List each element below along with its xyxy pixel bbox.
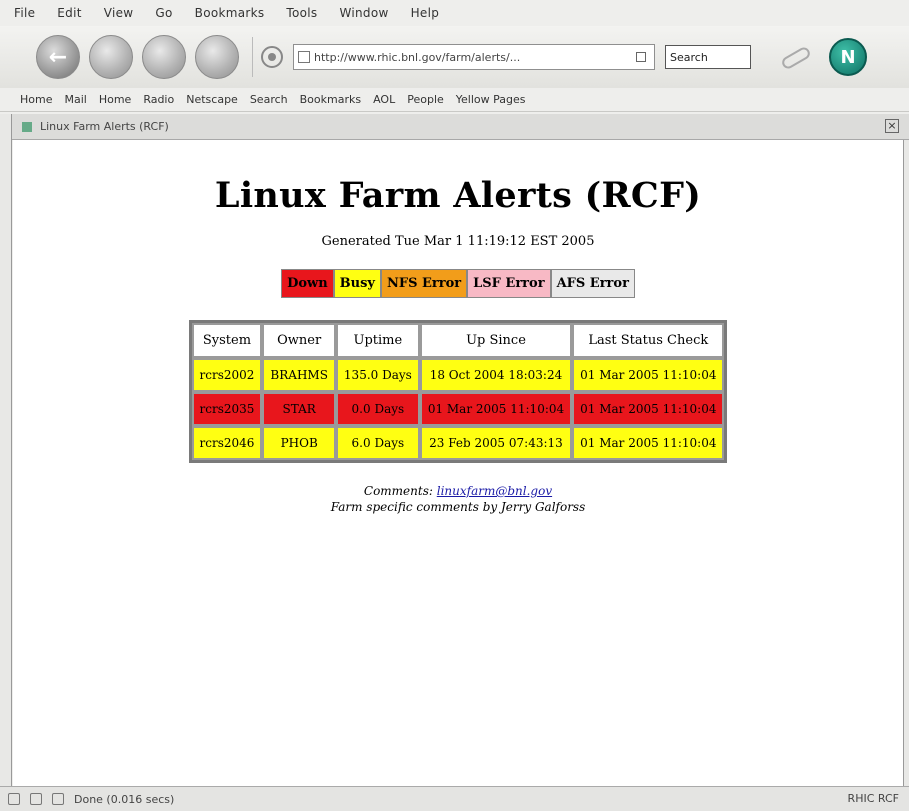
back-arrow-icon: ← (48, 44, 68, 70)
menu-window[interactable]: Window (339, 6, 388, 20)
alerts-table: System Owner Uptime Up Since Last Status… (188, 320, 728, 463)
menu-bar: File Edit View Go Bookmarks Tools Window… (0, 0, 909, 26)
page-title: Linux Farm Alerts (RCF) (214, 175, 702, 216)
bookmark-yellow-pages[interactable]: Yellow Pages (456, 93, 526, 106)
bookmarks-toolbar: Home Mail Home Radio Netscape Search Boo… (0, 88, 909, 112)
composer-icon[interactable] (52, 793, 64, 805)
column-header-up-since: Up Since (419, 323, 573, 358)
table-row: rcrs2046 PHOB 6.0 Days 23 Feb 2005 07:43… (191, 426, 725, 460)
toolbar-divider (252, 37, 253, 77)
netscape-logo-icon[interactable]: N (829, 38, 867, 76)
close-tab-icon[interactable]: × (885, 119, 899, 133)
bookmark-netscape[interactable]: Netscape (186, 93, 238, 106)
back-button[interactable]: ← (36, 35, 80, 79)
comments-email-link[interactable]: linuxfarm@bnl.gov (437, 484, 552, 498)
cell-system: rcrs2046 (191, 426, 263, 460)
cell-last-status-check: 01 Mar 2005 11:10:04 (572, 426, 725, 460)
window-left-edge (0, 114, 12, 786)
legend-lsf-error: LSF Error (468, 270, 552, 297)
cell-up-since: 01 Mar 2005 11:10:04 (419, 392, 573, 426)
comments-label: Comments: (363, 484, 433, 498)
cell-uptime: 135.0 Days (335, 358, 420, 392)
legend-down: Down (282, 270, 335, 297)
column-header-last-status-check: Last Status Check (572, 323, 725, 358)
cell-system: rcrs2035 (191, 392, 263, 426)
table-row: rcrs2035 STAR 0.0 Days 01 Mar 2005 11:10… (191, 392, 725, 426)
cell-last-status-check: 01 Mar 2005 11:10:04 (572, 392, 725, 426)
menu-file[interactable]: File (14, 6, 35, 20)
security-icon[interactable] (8, 793, 20, 805)
status-bar: Done (0.016 secs) RHIC RCF (0, 786, 909, 811)
status-text: Done (0.016 secs) (74, 792, 175, 806)
menu-help[interactable]: Help (411, 6, 440, 20)
legend-nfs-error: NFS Error (381, 270, 469, 297)
menu-go[interactable]: Go (155, 6, 172, 20)
tab-title[interactable]: Linux Farm Alerts (RCF) (40, 120, 169, 133)
legend-afs-error: AFS Error (551, 270, 634, 297)
page-content: Linux Farm Alerts (RCF) Generated Tue Ma… (13, 140, 903, 786)
menu-tools[interactable]: Tools (286, 6, 317, 20)
bookmark-mail[interactable]: Mail (64, 93, 86, 106)
bookmark-home-2[interactable]: Home (99, 93, 131, 106)
cell-owner: BRAHMS (262, 358, 336, 392)
search-button[interactable]: Search (665, 45, 751, 69)
navigation-toolbar: ← Search N (0, 26, 909, 88)
bookmark-people[interactable]: People (407, 93, 444, 106)
cell-up-since: 18 Oct 2004 18:03:24 (419, 358, 573, 392)
cell-last-status-check: 01 Mar 2005 11:10:04 (572, 358, 725, 392)
cell-owner: STAR (262, 392, 336, 426)
menu-edit[interactable]: Edit (57, 6, 81, 20)
bookmark-aol[interactable]: AOL (373, 93, 395, 106)
column-header-system: System (191, 323, 263, 358)
generated-timestamp: Generated Tue Mar 1 11:19:12 EST 2005 (321, 234, 595, 249)
bookmark-search[interactable]: Search (250, 93, 288, 106)
table-row: rcrs2002 BRAHMS 135.0 Days 18 Oct 2004 1… (191, 358, 725, 392)
status-right-text: RHIC RCF (847, 792, 899, 805)
bookmark-bookmarks[interactable]: Bookmarks (300, 93, 361, 106)
reload-button[interactable] (142, 35, 186, 79)
menu-view[interactable]: View (104, 6, 134, 20)
cell-system: rcrs2002 (191, 358, 263, 392)
page-favicon-icon (22, 121, 32, 132)
cell-uptime: 0.0 Days (335, 392, 420, 426)
page-icon (298, 51, 310, 63)
cell-uptime: 6.0 Days (335, 426, 420, 460)
url-dropdown-icon[interactable] (636, 52, 646, 62)
mail-icon[interactable] (30, 793, 42, 805)
tab-strip: Linux Farm Alerts (RCF) × (12, 114, 909, 140)
stop-button[interactable] (195, 35, 239, 79)
bookmark-home[interactable]: Home (20, 93, 52, 106)
search-label: Search (670, 50, 708, 64)
url-input[interactable] (314, 50, 634, 64)
print-icon[interactable] (777, 42, 813, 72)
page-footer: Comments: linuxfarm@bnl.gov Farm specifi… (13, 483, 903, 515)
status-legend: Down Busy NFS Error LSF Error AFS Error (281, 269, 635, 298)
table-header-row: System Owner Uptime Up Since Last Status… (191, 323, 725, 358)
cell-up-since: 23 Feb 2005 07:43:13 (419, 426, 573, 460)
home-icon[interactable] (261, 46, 283, 68)
forward-button[interactable] (89, 35, 133, 79)
window-right-edge (903, 140, 909, 786)
menu-bookmarks[interactable]: Bookmarks (195, 6, 265, 20)
bookmark-radio[interactable]: Radio (143, 93, 174, 106)
url-bar[interactable] (293, 44, 655, 70)
column-header-owner: Owner (262, 323, 336, 358)
cell-owner: PHOB (262, 426, 336, 460)
footer-credit: Farm specific comments by Jerry Galforss (330, 500, 586, 514)
legend-busy: Busy (334, 270, 382, 297)
column-header-uptime: Uptime (335, 323, 420, 358)
